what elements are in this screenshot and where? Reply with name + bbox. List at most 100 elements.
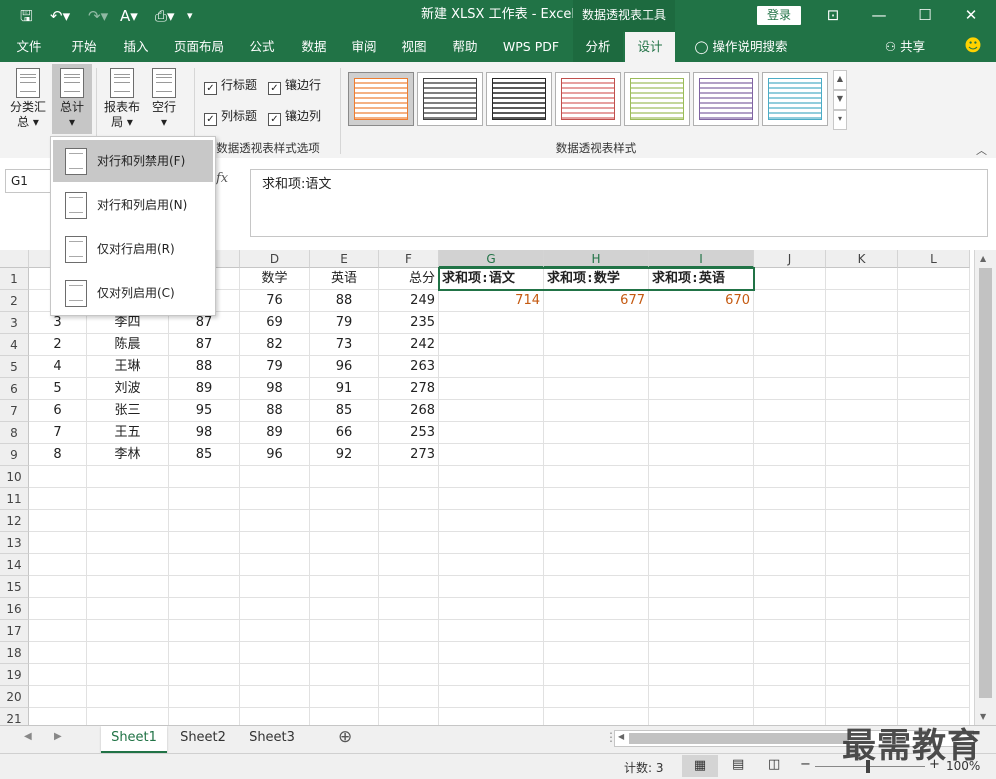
cell[interactable] xyxy=(439,488,544,510)
cell[interactable] xyxy=(826,290,898,312)
cell[interactable] xyxy=(29,664,87,686)
cell[interactable] xyxy=(439,312,544,334)
row-header[interactable]: 14 xyxy=(0,554,29,576)
gallery-scroll-down-icon[interactable]: ▼ xyxy=(833,90,847,110)
cell[interactable]: 89 xyxy=(240,422,310,444)
tab-formulas[interactable]: 公式 xyxy=(238,32,286,62)
cell[interactable] xyxy=(87,532,169,554)
page-break-view-icon[interactable]: ◫ xyxy=(768,757,780,772)
cell[interactable] xyxy=(826,664,898,686)
cell[interactable] xyxy=(826,400,898,422)
cell[interactable]: 82 xyxy=(240,334,310,356)
pivot-header-cell[interactable]: 求和项:语文 xyxy=(439,268,544,290)
cell[interactable] xyxy=(826,378,898,400)
sheet-tab-sheet2[interactable]: Sheet2 xyxy=(170,726,236,751)
pivot-header-cell[interactable]: 求和项:英语 xyxy=(649,268,754,290)
gallery-more-icon[interactable]: ▾ xyxy=(833,110,847,130)
cell[interactable] xyxy=(87,708,169,725)
cell[interactable] xyxy=(240,510,310,532)
cell[interactable] xyxy=(898,620,970,642)
menu-item-off-rows-columns[interactable]: 对行和列禁用(F) xyxy=(53,140,213,182)
cell[interactable] xyxy=(826,312,898,334)
cell[interactable]: 张三 xyxy=(87,400,169,422)
grand-totals-button[interactable]: 总计 ▾ xyxy=(52,64,92,134)
cell[interactable] xyxy=(826,620,898,642)
cell[interactable] xyxy=(29,510,87,532)
cell[interactable] xyxy=(379,576,439,598)
cell[interactable] xyxy=(754,664,826,686)
add-sheet-icon[interactable]: ⊕ xyxy=(338,727,352,747)
cell[interactable] xyxy=(898,334,970,356)
cell[interactable] xyxy=(754,576,826,598)
cell[interactable] xyxy=(649,334,754,356)
cell[interactable] xyxy=(754,378,826,400)
cell[interactable] xyxy=(87,576,169,598)
cell[interactable] xyxy=(544,686,649,708)
cell[interactable] xyxy=(310,708,379,725)
cell[interactable]: 69 xyxy=(240,312,310,334)
cell[interactable] xyxy=(439,510,544,532)
cell[interactable] xyxy=(649,598,754,620)
select-all-corner[interactable] xyxy=(0,250,29,268)
pivot-style-red[interactable] xyxy=(555,72,621,126)
cell[interactable] xyxy=(169,466,240,488)
cell[interactable] xyxy=(754,532,826,554)
cell[interactable]: 5 xyxy=(29,378,87,400)
pivot-style-teal[interactable] xyxy=(762,72,828,126)
cell[interactable] xyxy=(544,532,649,554)
row-header[interactable]: 8 xyxy=(0,422,29,444)
pivot-style-orange[interactable] xyxy=(348,72,414,126)
cell[interactable] xyxy=(240,598,310,620)
cell[interactable] xyxy=(898,598,970,620)
tab-wps-pdf[interactable]: WPS PDF xyxy=(494,32,568,62)
cell[interactable] xyxy=(310,488,379,510)
login-button[interactable]: 登录 xyxy=(757,6,801,25)
pivot-header-cell[interactable]: 求和项:数学 xyxy=(544,268,649,290)
row-header[interactable]: 7 xyxy=(0,400,29,422)
column-header[interactable]: I xyxy=(649,250,754,268)
cell[interactable] xyxy=(87,554,169,576)
cell[interactable] xyxy=(169,664,240,686)
cell[interactable]: 95 xyxy=(169,400,240,422)
cell[interactable]: 253 xyxy=(379,422,439,444)
blank-rows-button[interactable]: 空行 ▾ xyxy=(146,64,182,134)
cell[interactable] xyxy=(310,686,379,708)
row-header[interactable]: 9 xyxy=(0,444,29,466)
cell[interactable]: 66 xyxy=(310,422,379,444)
pivot-value-cell[interactable]: 670 xyxy=(649,290,754,312)
cell[interactable] xyxy=(87,488,169,510)
cell[interactable] xyxy=(439,356,544,378)
cell[interactable] xyxy=(826,334,898,356)
cell[interactable]: 268 xyxy=(379,400,439,422)
cell[interactable]: 王五 xyxy=(87,422,169,444)
cell[interactable] xyxy=(754,422,826,444)
cell[interactable] xyxy=(754,708,826,725)
cell[interactable] xyxy=(240,686,310,708)
cell[interactable] xyxy=(379,510,439,532)
row-header[interactable]: 1 xyxy=(0,268,29,290)
cell[interactable]: 英语 xyxy=(310,268,379,290)
cell[interactable] xyxy=(310,532,379,554)
cell[interactable] xyxy=(169,642,240,664)
cell[interactable] xyxy=(754,598,826,620)
cell[interactable] xyxy=(754,312,826,334)
cell[interactable] xyxy=(649,422,754,444)
cell[interactable] xyxy=(169,708,240,725)
cell[interactable] xyxy=(29,576,87,598)
cell[interactable] xyxy=(898,554,970,576)
cell[interactable]: 96 xyxy=(310,356,379,378)
cell[interactable] xyxy=(439,708,544,725)
pivot-style-dark[interactable] xyxy=(486,72,552,126)
tell-me-search[interactable]: ◯ 操作说明搜索 xyxy=(686,32,796,62)
cell[interactable] xyxy=(649,532,754,554)
cell[interactable] xyxy=(649,642,754,664)
cell[interactable] xyxy=(379,708,439,725)
cell[interactable] xyxy=(439,422,544,444)
cell[interactable]: 4 xyxy=(29,356,87,378)
cell[interactable] xyxy=(169,686,240,708)
cell[interactable] xyxy=(169,620,240,642)
cell[interactable] xyxy=(310,664,379,686)
cell[interactable] xyxy=(87,620,169,642)
cell[interactable] xyxy=(826,466,898,488)
cell[interactable] xyxy=(379,686,439,708)
